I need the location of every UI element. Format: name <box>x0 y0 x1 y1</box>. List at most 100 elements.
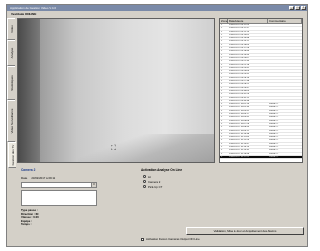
app-window: Application de Gestion Video V.4.0 _ □ ×… <box>6 4 308 247</box>
camera-select[interactable]: ▼ <box>21 182 97 188</box>
camera-video-view[interactable] <box>17 18 215 163</box>
option-pickup-ct[interactable]: Pick-Up CT <box>143 184 162 189</box>
maximize-button[interactable]: □ <box>295 6 300 10</box>
tab-statistiques-label: Statistiques <box>9 75 14 91</box>
tab-video-surveillance-label: Video Surveillance <box>9 108 14 134</box>
minimize-button[interactable]: _ <box>289 6 294 10</box>
cell-zone: 1 <box>221 50 223 53</box>
cell-comment: Passé CT <box>269 145 279 148</box>
date-row: Date 23/02/2017 à 09:11 <box>21 176 55 180</box>
tab-statistiques[interactable]: Statistiques <box>7 66 15 100</box>
cell-comment <box>268 77 302 79</box>
radio-lit[interactable] <box>143 175 146 178</box>
tab-analyse[interactable]: Analyse <box>7 40 15 66</box>
close-button[interactable]: × <box>301 6 306 10</box>
cell-zone: 2 <box>221 142 223 145</box>
camera-info: Type passe : Direction : IN Vitesse : 0.… <box>21 208 39 227</box>
cell-comment: Passé CT <box>269 122 279 125</box>
title-bar: Application de Gestion Video V.4.0 _ □ × <box>7 5 307 11</box>
cell-date: 23/02/2017 10:14:15 <box>229 145 250 148</box>
cell-date: 23/02/2017 09:11:24 <box>229 24 249 26</box>
cell-date: 23/02/2017 10:03:51 <box>229 109 250 112</box>
cell-date: 23/02/2017 10:10:38 <box>229 132 250 135</box>
fusion-checkbox-label: Activation Fusion Caméras Output ON Line <box>146 237 200 241</box>
cell-comment <box>268 80 302 82</box>
cell-date: 23/02/2017 09:20:07 <box>229 56 250 59</box>
cell-zone: 2 <box>221 126 223 129</box>
tab-video-label: Video <box>9 25 14 33</box>
date-value: 23/02/2017 à 09:11 <box>31 176 56 180</box>
tab-analyse-label: Analyse <box>9 47 14 59</box>
events-table: Zone Date/Heure Commentaire 1 23/02/2017 … <box>219 18 303 163</box>
cell-zone: 1 <box>221 27 223 30</box>
radio-pickup-ct[interactable] <box>143 185 146 188</box>
cell-zone: 1 <box>221 70 223 73</box>
camera-icon[interactable]: ⛶ <box>111 145 119 152</box>
cell-date: 23/02/2017 10:05:42 <box>229 116 250 119</box>
tab-gestion-tv[interactable]: Gestion des TV <box>8 142 16 168</box>
cell-date: 23/02/2017 09:11:37 <box>229 27 249 30</box>
cell-comment <box>268 70 302 72</box>
option-lit-label: Lit <box>148 174 151 179</box>
option-camera-2-label: Camera 2 <box>148 179 161 184</box>
cell-date: 23/02/2017 09:28:21 <box>229 83 250 86</box>
cell-zone: 2 <box>221 149 223 152</box>
cell-comment <box>268 64 302 66</box>
cell-date: 23/02/2017 10:07:26 <box>229 122 250 125</box>
table-body: 1 23/02/2017 09:11:24 1 23/02/2017 09:11:37… <box>220 24 302 160</box>
cell-date: 23/02/2017 10:13:47 <box>229 142 250 145</box>
cell-date: 23/02/2017 10:08:53 <box>229 126 250 129</box>
cell-zone: 2 <box>221 122 223 125</box>
tab-video[interactable]: Video <box>7 18 15 40</box>
col-zone-header[interactable]: Zone <box>220 19 228 23</box>
camera-notes-field[interactable] <box>21 190 97 206</box>
cell-date: 23/02/2017 09:14:48 <box>229 37 250 40</box>
cell-comment <box>268 93 302 95</box>
cell-zone: 1 <box>221 99 223 102</box>
cell-zone: 2 <box>221 145 223 148</box>
cell-comment: Passé CT <box>269 155 279 158</box>
cell-date: 23/02/2017 10:09:11 <box>229 129 249 132</box>
cell-date: 23/02/2017 10:12:29 <box>229 139 250 142</box>
cell-date: 23/02/2017 09:29:47 <box>229 86 250 89</box>
cell-date: 23/02/2017 09:23:41 <box>229 66 250 69</box>
cell-date: 23/02/2017 09:32:12 <box>229 96 250 99</box>
cell-comment: Passé CT <box>269 106 279 109</box>
validate-alarms-button[interactable]: Validation, Mise à Jour et Acquittement … <box>186 227 304 235</box>
status-text: Vestibule ONLINE <box>11 12 37 16</box>
radio-camera-2[interactable] <box>143 180 146 183</box>
cell-date: 23/02/2017 10:17:21 <box>229 155 250 158</box>
table-row[interactable]: 2 23/02/2017 10:17:21 Passé CT <box>220 155 302 160</box>
cell-date: 23/02/2017 09:22:18 <box>229 63 250 66</box>
cell-date: 23/02/2017 09:26:14 <box>229 76 250 79</box>
cell-zone: 1 <box>221 53 223 56</box>
cell-comment: Passé CT <box>269 116 279 119</box>
tab-video-surveillance[interactable]: Video Surveillance <box>7 100 15 142</box>
cell-comment <box>268 90 302 92</box>
cell-zone: 1 <box>221 37 223 40</box>
cell-comment <box>268 34 302 36</box>
cell-comment: Passé CT <box>269 109 279 112</box>
cell-comment <box>268 24 302 26</box>
cell-date: 23/02/2017 09:12:15 <box>229 30 250 33</box>
fusion-checkbox[interactable] <box>141 237 144 241</box>
cell-date: 23/02/2017 09:25:52 <box>229 73 250 76</box>
chevron-down-icon[interactable]: ▼ <box>91 183 96 187</box>
cell-comment: Passé CT <box>269 136 279 139</box>
col-date-header[interactable]: Date/Heure <box>228 19 268 23</box>
cell-comment <box>268 47 302 49</box>
cell-comment: Passé CT <box>269 132 279 135</box>
cell-comment: Passé CT <box>269 113 279 116</box>
cell-comment <box>268 97 302 99</box>
col-comment-header[interactable]: Commentaire <box>268 19 302 23</box>
cell-zone: 2 <box>221 152 223 155</box>
cell-zone: 2 <box>221 132 223 135</box>
cell-date: 23/02/2017 09:19:55 <box>229 53 250 56</box>
fusion-checkbox-row[interactable]: Activation Fusion Caméras Output ON Line <box>141 237 200 241</box>
cell-zone: 1 <box>221 33 223 36</box>
cell-comment <box>268 40 302 42</box>
cell-zone: 1 <box>221 83 223 86</box>
cell-date: 23/02/2017 10:01:14 <box>229 103 250 106</box>
side-tabs: Video Analyse Statistiques Video Surveil… <box>7 18 16 168</box>
cell-zone: 1 <box>221 66 223 69</box>
